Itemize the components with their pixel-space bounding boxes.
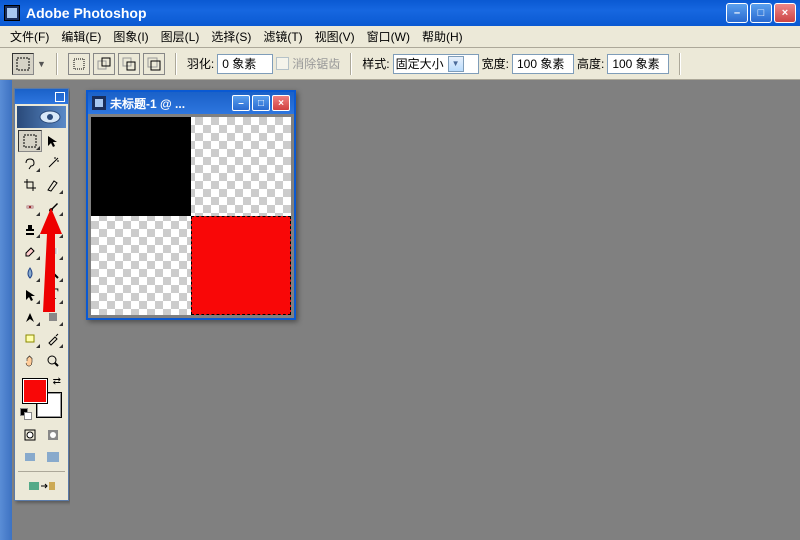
menu-help[interactable]: 帮助(H) (416, 26, 469, 47)
menu-select[interactable]: 选择(S) (205, 26, 257, 47)
app-titlebar: Adobe Photoshop – □ × (0, 0, 800, 26)
shape-tool[interactable] (42, 306, 66, 328)
menu-image[interactable]: 图象(I) (107, 26, 154, 47)
menu-edit[interactable]: 编辑(E) (55, 26, 107, 47)
heal-tool[interactable] (18, 196, 42, 218)
black-square (91, 117, 191, 216)
antialias-label: 消除锯齿 (292, 55, 340, 72)
add-selection-icon[interactable] (93, 53, 115, 75)
path-sel-tool[interactable] (18, 284, 42, 306)
marquee-tool-icon[interactable] (12, 53, 34, 75)
hand-tool[interactable] (18, 350, 42, 372)
maximize-button[interactable]: □ (750, 3, 772, 23)
style-value: 固定大小 (396, 55, 444, 72)
menubar: 文件(F) 编辑(E) 图象(I) 图层(L) 选择(S) 滤镜(T) 视图(V… (0, 26, 800, 48)
intersect-selection-icon[interactable] (143, 53, 165, 75)
move-tool[interactable] (42, 130, 66, 152)
blur-tool[interactable] (18, 262, 42, 284)
new-selection-icon[interactable] (68, 53, 90, 75)
antialias-checkbox (276, 57, 289, 70)
marquee-tool[interactable] (18, 130, 42, 152)
notes-tool[interactable] (18, 328, 42, 350)
menu-file[interactable]: 文件(F) (4, 26, 55, 47)
document-icon (92, 96, 106, 110)
screen-std[interactable] (18, 446, 42, 468)
eyedropper-tool[interactable] (42, 328, 66, 350)
type-tool[interactable]: T (42, 284, 66, 306)
feather-label: 羽化: (187, 55, 214, 72)
history-brush-tool[interactable] (42, 218, 66, 240)
screen-full-menu[interactable] (42, 446, 66, 468)
menu-view[interactable]: 视图(V) (309, 26, 361, 47)
wand-tool[interactable] (42, 152, 66, 174)
fg-color[interactable] (22, 378, 48, 404)
swap-colors-icon[interactable]: ⇄ (53, 376, 61, 387)
height-label: 高度: (577, 55, 604, 72)
chevron-down-icon: ▼ (448, 56, 464, 72)
quickmask-on[interactable] (42, 424, 66, 446)
pen-tool[interactable] (18, 306, 42, 328)
toolbox: T ⇄ (14, 88, 69, 501)
eraser-tool[interactable] (18, 240, 42, 262)
app-icon (4, 5, 20, 21)
gradient-tool[interactable] (42, 240, 66, 262)
close-button[interactable]: × (774, 3, 796, 23)
menu-window[interactable]: 窗口(W) (361, 26, 416, 47)
stamp-tool[interactable] (18, 218, 42, 240)
menu-layer[interactable]: 图层(L) (155, 26, 206, 47)
quickmask-off[interactable] (18, 424, 42, 446)
document-title: 未标题-1 @ ... (110, 95, 185, 112)
menu-filter[interactable]: 滤镜(T) (257, 26, 308, 47)
lasso-tool[interactable] (18, 152, 42, 174)
width-input[interactable]: 100 象素 (512, 54, 574, 74)
selection-marquee (191, 216, 291, 315)
style-select[interactable]: 固定大小 ▼ (393, 54, 479, 74)
document-window[interactable]: 未标题-1 @ ... – □ × (86, 90, 296, 320)
jump-to-imageready[interactable] (18, 475, 65, 497)
feather-input[interactable]: 0 象素 (217, 54, 273, 74)
brush-tool[interactable] (42, 196, 66, 218)
default-colors-icon[interactable] (20, 408, 32, 420)
doc-maximize-button[interactable]: □ (252, 95, 270, 111)
canvas[interactable] (91, 117, 291, 315)
crop-tool[interactable] (18, 174, 42, 196)
doc-minimize-button[interactable]: – (232, 95, 250, 111)
ps-eye-logo (17, 106, 66, 128)
doc-close-button[interactable]: × (272, 95, 290, 111)
style-label: 样式: (362, 55, 389, 72)
minimize-button[interactable]: – (726, 3, 748, 23)
slice-tool[interactable] (42, 174, 66, 196)
dodge-tool[interactable] (42, 262, 66, 284)
zoom-tool[interactable] (42, 350, 66, 372)
sub-selection-icon[interactable] (118, 53, 140, 75)
document-titlebar[interactable]: 未标题-1 @ ... – □ × (88, 92, 294, 114)
width-label: 宽度: (482, 55, 509, 72)
options-bar: ▼ 羽化: 0 象素 消除锯齿 样式: 固定大小 ▼ 宽度: 100 象素 高度… (0, 48, 800, 80)
workspace: 未标题-1 @ ... – □ × (70, 80, 800, 540)
toolbox-header[interactable] (15, 89, 68, 104)
left-dock (0, 80, 12, 540)
color-swatch[interactable]: ⇄ (20, 376, 63, 420)
height-input[interactable]: 100 象素 (607, 54, 669, 74)
app-title: Adobe Photoshop (26, 5, 147, 21)
